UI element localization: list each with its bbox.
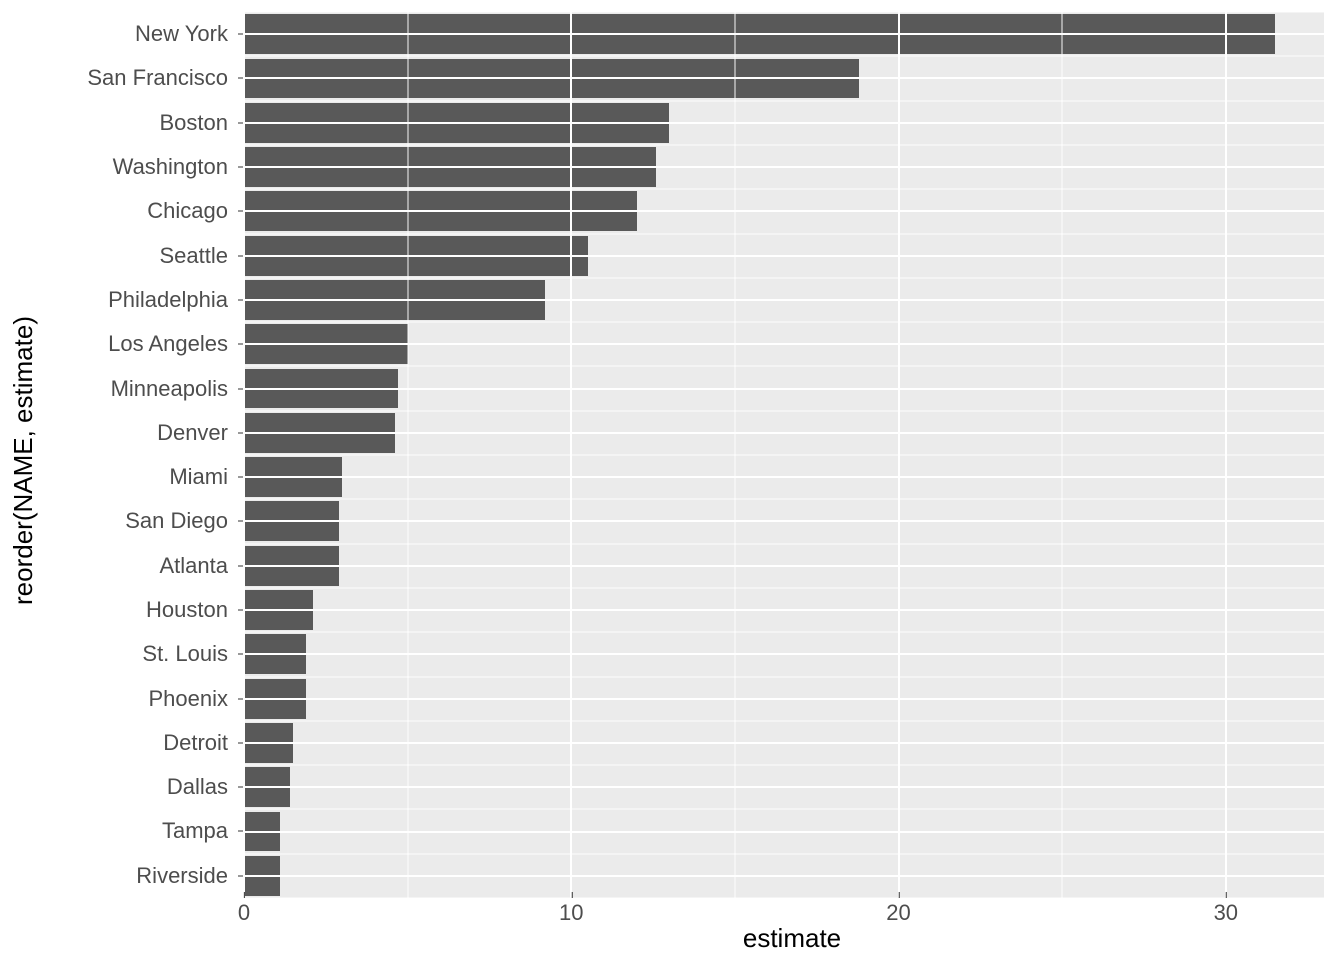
y-tick: San Francisco [40,56,238,100]
y-tick-label: Riverside [136,863,238,889]
y-tick: St. Louis [40,632,238,676]
grid-h-major [244,255,1324,257]
grid-h-minor [244,499,1324,500]
y-tick-label: Minneapolis [111,376,238,402]
grid-h-major [244,786,1324,788]
grid-h-major [244,476,1324,478]
y-tick: Atlanta [40,544,238,588]
y-tick-label: Tampa [162,818,238,844]
y-tick: Chicago [40,189,238,233]
x-axis-title: estimate [260,923,1324,954]
y-tick: Houston [40,588,238,632]
x-tick-label: 0 [238,900,250,925]
y-tick: Los Angeles [40,322,238,366]
grid-h-major [244,33,1324,35]
grid-h-minor [244,543,1324,544]
y-tick: San Diego [40,499,238,543]
x-tick: 0 [238,900,250,926]
y-tick: Washington [40,145,238,189]
grid-h-minor [244,455,1324,456]
grid-h-minor [244,853,1324,854]
grid-h-minor [244,144,1324,145]
y-tick: Seattle [40,233,238,277]
y-tick-label: Boston [160,110,239,136]
y-tick-label: St. Louis [142,641,238,667]
grid-h-minor [244,366,1324,367]
x-tick-mark [1226,892,1227,898]
grid-h-minor [244,100,1324,101]
y-tick: Dallas [40,765,238,809]
grid-h-minor [244,587,1324,588]
grid-h-major [244,609,1324,611]
y-tick: Denver [40,411,238,455]
grid-h-major [244,343,1324,345]
grid-h-major [244,875,1324,877]
x-tick-label: 30 [1214,900,1238,925]
y-axis-ticks: New York San Francisco Boston Washington Chi… [40,12,238,898]
x-tick-mark [899,892,900,898]
grid-h-minor [244,809,1324,810]
grid-h-minor [244,277,1324,278]
grid-h-minor [244,632,1324,633]
grid-h-major [244,653,1324,655]
grid-h-major [244,831,1324,833]
y-tick: Boston [40,101,238,145]
x-tick-mark [244,892,245,898]
grid-h-minor [244,189,1324,190]
grid-h-major [244,166,1324,168]
y-tick-label: Seattle [160,243,239,269]
y-tick-label: New York [135,21,238,47]
grid-h-minor [244,410,1324,411]
grid-h-major [244,520,1324,522]
y-tick-label: Philadelphia [108,287,238,313]
grid-h-minor [244,676,1324,677]
y-tick-label: Los Angeles [108,331,238,357]
plot-panel [244,12,1324,898]
grid-h-minor [244,322,1324,323]
y-tick-label: Detroit [163,730,238,756]
y-tick-label: Dallas [167,774,238,800]
y-tick-label: Chicago [147,198,238,224]
y-tick: Detroit [40,721,238,765]
grid-h-minor [244,56,1324,57]
grid-h-major [244,565,1324,567]
y-tick: Miami [40,455,238,499]
x-tick-label: 10 [559,900,583,925]
grid-h-minor [244,720,1324,721]
grid-h-major [244,299,1324,301]
y-tick: Riverside [40,854,238,898]
grid-h-major [244,432,1324,434]
grid-h-major [244,742,1324,744]
x-tick-label: 20 [886,900,910,925]
y-tick-label: Phoenix [148,686,238,712]
grid-h-major [244,698,1324,700]
grid-h-major [244,210,1324,212]
grid-h-minor [244,233,1324,234]
y-tick-label: Denver [157,420,238,446]
chart-container: reorder(NAME, estimate) New York San Fran… [0,0,1344,960]
y-tick-label: San Francisco [87,65,238,91]
x-tick-mark [571,892,572,898]
grid-h-minor [244,765,1324,766]
y-tick-label: Atlanta [160,553,239,579]
y-tick-label: Washington [113,154,238,180]
grid-h-minor [244,898,1324,899]
grid-h-minor [244,12,1324,13]
y-tick-label: San Diego [125,508,238,534]
y-tick: Philadelphia [40,278,238,322]
grid-h-major [244,388,1324,390]
grid-h-major [244,77,1324,79]
y-tick-label: Houston [146,597,238,623]
grid-h-major [244,122,1324,124]
y-axis-title: reorder(NAME, estimate) [8,0,38,920]
y-tick: Tampa [40,809,238,853]
y-tick: Minneapolis [40,366,238,410]
y-axis-title-text: reorder(NAME, estimate) [8,316,39,605]
y-tick-label: Miami [169,464,238,490]
y-tick: Phoenix [40,676,238,720]
y-tick: New York [40,12,238,56]
